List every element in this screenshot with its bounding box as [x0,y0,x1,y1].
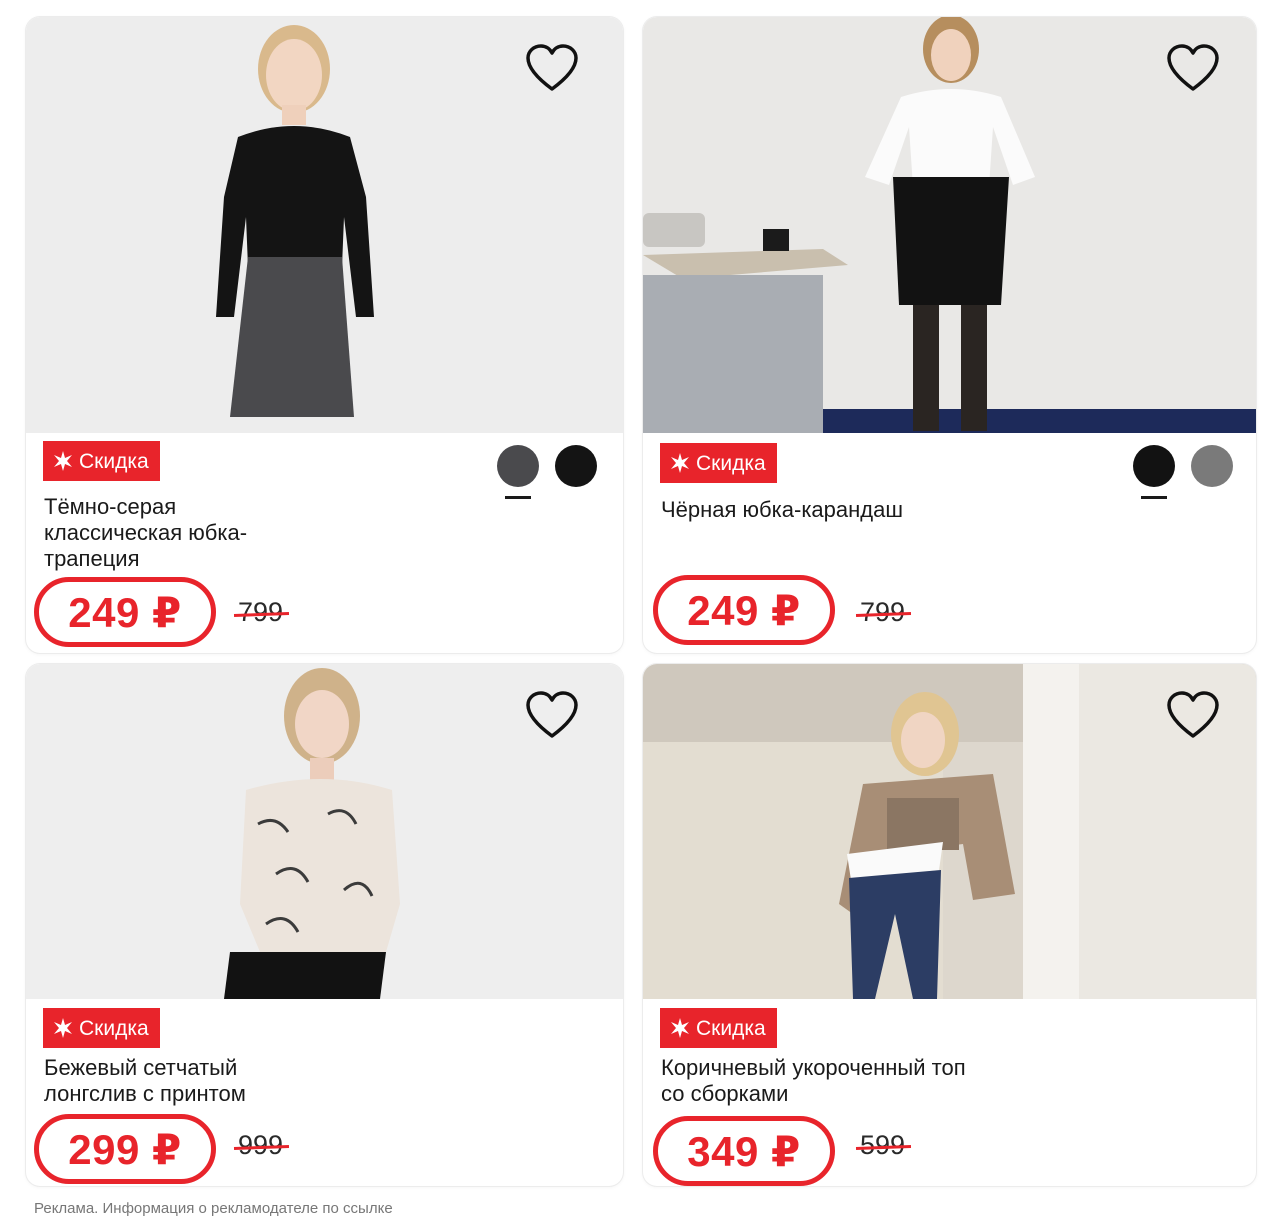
product-card[interactable]: Скидка Коричневый укороченный топ со сбо… [643,664,1256,1186]
current-price: 249 ₽ [653,575,835,645]
ad-disclaimer[interactable]: Реклама. Информация о рекламодателе по с… [34,1200,393,1217]
product-photo-image [643,17,1256,433]
discount-badge-label: Скидка [696,451,766,475]
burst-star-icon [671,453,689,473]
color-swatches [497,445,597,499]
color-swatches [1133,445,1233,499]
product-title[interactable]: Чёрная юбка-карандаш [661,497,991,523]
old-price: 999 [238,1130,284,1160]
product-photo[interactable] [643,664,1256,999]
discount-badge: Скидка [43,441,160,481]
burst-star-icon [54,1018,72,1038]
old-price: 799 [860,597,906,627]
old-price: 799 [238,597,284,627]
discount-badge-label: Скидка [696,1016,766,1040]
product-title[interactable]: Коричневый укороченный топ со сборками [661,1055,971,1107]
current-price: 249 ₽ [34,577,216,647]
product-card[interactable]: Скидка Бежевый сетчатый лонгслив с принт… [26,664,623,1186]
current-price: 299 ₽ [34,1114,216,1184]
discount-badge-label: Скидка [79,449,149,473]
discount-badge: Скидка [660,1008,777,1048]
product-title[interactable]: Бежевый сетчатый лонгслив с принтом [44,1055,304,1107]
burst-star-icon [671,1018,689,1038]
current-price: 349 ₽ [653,1116,835,1186]
old-price: 599 [860,1130,906,1160]
color-swatch[interactable] [1133,445,1175,499]
product-title[interactable]: Тёмно-серая классическая юбка-трапеция [44,494,304,572]
product-card[interactable]: Скидка Тёмно-серая классическая юбка-тра… [26,17,623,653]
discount-badge-label: Скидка [79,1016,149,1040]
discount-badge: Скидка [660,443,777,483]
product-card[interactable]: Скидка Чёрная юбка-карандаш 249 ₽ 799 [643,17,1256,653]
color-swatch[interactable] [1191,445,1233,487]
color-swatch[interactable] [497,445,539,499]
discount-badge: Скидка [43,1008,160,1048]
favorite-heart-icon[interactable] [525,690,579,740]
favorite-heart-icon[interactable] [1166,43,1220,93]
favorite-heart-icon[interactable] [1166,690,1220,740]
burst-star-icon [54,451,72,471]
favorite-heart-icon[interactable] [525,43,579,93]
color-swatch[interactable] [555,445,597,487]
product-photo-image [643,664,1256,999]
product-photo[interactable] [643,17,1256,433]
